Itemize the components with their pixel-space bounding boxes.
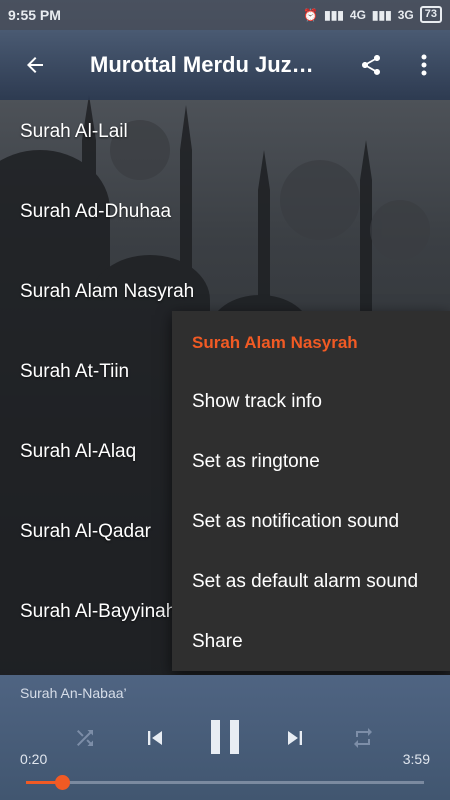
menu-item-set-alarm[interactable]: Set as default alarm sound (192, 571, 418, 593)
repeat-icon[interactable] (348, 723, 378, 753)
current-time: 0:20 (20, 751, 48, 767)
signal-icon: ▮▮▮ (324, 7, 344, 22)
list-item[interactable]: Surah Al-Lail (20, 121, 128, 143)
context-menu: Surah Alam Nasyrah Show track info Set a… (172, 311, 450, 671)
player-bar: Surah An-Nabaa’ 0:20 3:59 (0, 675, 450, 800)
signal-icon-2: ▮▮▮ (371, 7, 392, 22)
menu-item-show-track-info[interactable]: Show track info (192, 391, 322, 413)
app-bar: Murottal Merdu Juz… (0, 30, 450, 100)
network-label-1: 4G (349, 7, 366, 22)
list-item[interactable]: Surah Al-Bayyinah (20, 601, 176, 623)
menu-item-set-notification[interactable]: Set as notification sound (192, 511, 399, 533)
status-time: 9:55 PM (8, 7, 61, 23)
list-item[interactable]: Surah At-Tiin (20, 361, 129, 383)
menu-item-set-ringtone[interactable]: Set as ringtone (192, 451, 320, 473)
status-icons: ⏰ ▮▮▮ 4G ▮▮▮ 3G 73 (303, 6, 442, 23)
overflow-menu-icon[interactable] (412, 50, 436, 80)
skip-previous-icon[interactable] (138, 721, 172, 755)
shuffle-icon[interactable] (70, 723, 100, 753)
pause-icon[interactable] (204, 715, 246, 759)
page-title: Murottal Merdu Juz… (90, 52, 314, 77)
battery-icon: 73 (419, 6, 442, 23)
list-item[interactable]: Surah Ad-Dhuhaa (20, 201, 171, 223)
seek-bar-thumb[interactable] (55, 775, 70, 790)
network-label-2: 3G (397, 7, 414, 22)
skip-next-icon[interactable] (278, 721, 312, 755)
now-playing-title: Surah An-Nabaa’ (20, 685, 127, 701)
share-icon[interactable] (356, 50, 386, 80)
status-bar: 9:55 PM ⏰ ▮▮▮ 4G ▮▮▮ 3G 73 (0, 0, 450, 30)
context-menu-header: Surah Alam Nasyrah (192, 333, 358, 352)
list-item[interactable]: Surah Al-Qadar (20, 521, 151, 543)
seek-bar[interactable] (26, 775, 424, 790)
menu-item-share[interactable]: Share (192, 631, 243, 653)
alarm-icon: ⏰ (303, 7, 319, 22)
list-item[interactable]: Surah Al-Alaq (20, 441, 136, 463)
total-time: 3:59 (402, 751, 430, 767)
back-arrow-icon[interactable] (18, 50, 52, 80)
list-item[interactable]: Surah Alam Nasyrah (20, 281, 194, 303)
